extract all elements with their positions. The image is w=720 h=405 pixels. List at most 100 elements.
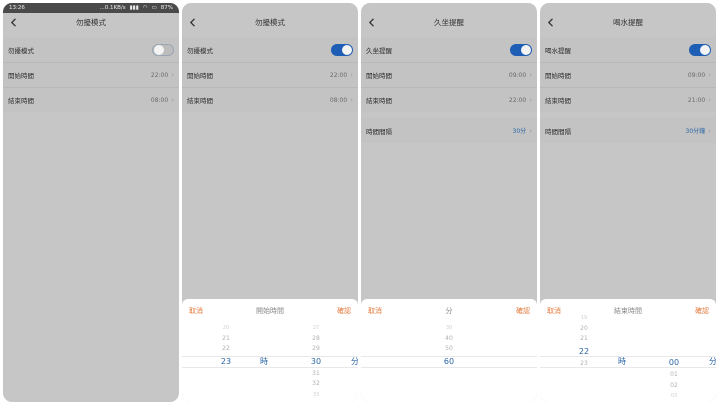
minute-option[interactable]: 28 — [301, 334, 331, 345]
row-value: 22:00 — [508, 96, 527, 104]
picker-title: 分 — [445, 307, 453, 315]
row-label: 結束時間 — [8, 97, 34, 105]
time-picker-sheet: 取消 開始時間 確認 20 21 22 23 時 27 28 29 30 31 … — [182, 299, 358, 402]
page-title: 喝水提醒 — [613, 17, 643, 27]
settings-group: 久坐提醒 開始時間 09:00 › 結束時間 22:00 › — [361, 37, 537, 112]
minute-selected[interactable]: 30 — [301, 355, 331, 369]
end-time-row[interactable]: 結束時間 22:00 › — [361, 87, 537, 112]
cancel-button[interactable]: 取消 — [189, 306, 203, 316]
hour-option[interactable]: 22 — [211, 344, 241, 355]
toggle-knob — [154, 44, 164, 55]
row-label: 勿擾模式 — [8, 46, 34, 55]
picker-title: 開始時間 — [256, 307, 284, 315]
nav-bar: 久坐提醒 — [361, 13, 537, 31]
confirm-button[interactable]: 確認 — [337, 306, 351, 316]
chevron-right-icon: › — [171, 71, 174, 79]
toggle-knob — [342, 44, 352, 55]
end-time-row[interactable]: 結束時間 21:00 › — [540, 87, 716, 112]
selection-band — [540, 356, 716, 368]
sedentary-toggle[interactable] — [510, 43, 532, 56]
row-label: 開始時間 — [187, 72, 213, 80]
settings-group: 時間間隔 30分 › — [361, 118, 537, 143]
minute-option[interactable]: 29 — [301, 344, 331, 355]
hour-option[interactable]: 19 — [569, 313, 599, 324]
hour-selected[interactable]: 23 — [211, 355, 241, 369]
row-label: 久坐提醒 — [366, 46, 392, 55]
start-time-row[interactable]: 開始時間 09:00 › — [361, 62, 537, 87]
chevron-right-icon: › — [529, 96, 532, 104]
minute-column[interactable]: 00 01 02 03 — [659, 356, 689, 402]
start-time-row[interactable]: 開始時間 09:00 › — [540, 62, 716, 87]
minute-option[interactable]: 30 — [434, 323, 464, 334]
minute-selected[interactable]: 60 — [434, 355, 464, 369]
hour-column[interactable]: 19 20 21 22 23 — [569, 313, 599, 369]
row-label: 開始時間 — [366, 72, 392, 80]
minute-column[interactable]: 30 40 50 60 — [434, 323, 464, 369]
row-value: 30分 — [512, 128, 527, 135]
chevron-right-icon: › — [350, 96, 353, 104]
sedentary-toggle-row[interactable]: 久坐提醒 — [361, 37, 537, 62]
status-time: 13:26 — [9, 5, 25, 11]
network-speed: ...0.1KB/s — [99, 5, 126, 11]
minute-unit: 分 — [351, 357, 358, 366]
water-toggle-row[interactable]: 喝水提醒 — [540, 37, 716, 62]
row-label: 時間間隔 — [545, 127, 571, 136]
minute-option[interactable]: 03 — [659, 391, 689, 402]
page-title: 勿擾模式 — [255, 17, 285, 27]
minute-option[interactable]: 01 — [659, 370, 689, 381]
chevron-right-icon: › — [171, 96, 174, 104]
hour-option[interactable]: 20 — [569, 324, 599, 335]
minute-option[interactable]: 33 — [301, 390, 331, 401]
row-value: 08:00 — [150, 96, 169, 104]
picker-wheel[interactable]: 19 20 21 22 23 時 00 01 02 03 分 — [540, 315, 716, 402]
chevron-right-icon: › — [708, 71, 711, 79]
minute-column[interactable]: 27 28 29 30 31 32 33 — [301, 323, 331, 400]
back-arrow-icon[interactable] — [544, 16, 556, 28]
settings-group: 時間間隔 30分鐘 › — [540, 118, 716, 143]
end-time-row[interactable]: 結束時間 08:00 › — [182, 87, 358, 112]
back-arrow-icon[interactable] — [365, 16, 377, 28]
cancel-button[interactable]: 取消 — [547, 306, 561, 316]
interval-row[interactable]: 時間間隔 30分鐘 › — [540, 118, 716, 143]
picker-wheel[interactable]: 20 21 22 23 時 27 28 29 30 31 32 33 分 — [182, 323, 358, 401]
back-arrow-icon[interactable] — [7, 16, 19, 28]
start-time-row[interactable]: 開始時間 22:00 › — [182, 62, 358, 87]
minute-option[interactable]: 32 — [301, 379, 331, 390]
minute-option[interactable]: 31 — [301, 369, 331, 380]
dnd-toggle[interactable] — [152, 43, 174, 56]
start-time-row[interactable]: 開始時間 22:00 › — [3, 62, 179, 87]
hour-option[interactable]: 21 — [569, 334, 599, 345]
settings-group: 喝水提醒 開始時間 09:00 › 結束時間 21:00 › — [540, 37, 716, 112]
dnd-toggle-row[interactable]: 勿擾模式 — [3, 37, 179, 62]
minute-option[interactable]: 02 — [659, 381, 689, 392]
row-label: 結束時間 — [187, 97, 213, 105]
chevron-right-icon: › — [708, 96, 711, 104]
cancel-button[interactable]: 取消 — [368, 306, 382, 316]
chevron-right-icon: › — [529, 126, 532, 135]
picker-header: 取消 分 確認 — [361, 299, 537, 323]
dnd-toggle[interactable] — [331, 43, 353, 56]
picker-wheel[interactable]: 30 40 50 60 — [361, 323, 537, 401]
hour-column[interactable]: 20 21 22 23 — [211, 323, 241, 369]
minute-option[interactable]: 50 — [434, 344, 464, 355]
interval-picker-sheet: 取消 分 確認 30 40 50 60 — [361, 299, 537, 402]
hour-option[interactable]: 23 — [569, 359, 599, 370]
minute-unit: 分 — [709, 357, 716, 366]
confirm-button[interactable]: 確認 — [516, 306, 530, 316]
back-arrow-icon[interactable] — [186, 16, 198, 28]
interval-row[interactable]: 時間間隔 30分 › — [361, 118, 537, 143]
water-toggle[interactable] — [689, 43, 711, 56]
hour-option[interactable]: 21 — [211, 334, 241, 345]
hour-selected[interactable]: 22 — [569, 345, 599, 359]
page-title: 久坐提醒 — [434, 17, 464, 27]
confirm-button[interactable]: 確認 — [695, 306, 709, 316]
minute-selected[interactable]: 00 — [659, 356, 689, 370]
minute-option[interactable]: 40 — [434, 334, 464, 345]
end-time-row[interactable]: 結束時間 08:00 › — [3, 87, 179, 112]
settings-group: 勿擾模式 開始時間 22:00 › 結束時間 08:00 › — [182, 37, 358, 112]
hour-option[interactable]: 20 — [211, 323, 241, 334]
minute-option[interactable]: 27 — [301, 323, 331, 334]
phone-screen-3: 久坐提醒 久坐提醒 開始時間 09:00 › 結束時間 22:00 › 時間間隔 3… — [361, 3, 537, 402]
dnd-toggle-row[interactable]: 勿擾模式 — [182, 37, 358, 62]
hour-unit: 時 — [618, 357, 626, 366]
